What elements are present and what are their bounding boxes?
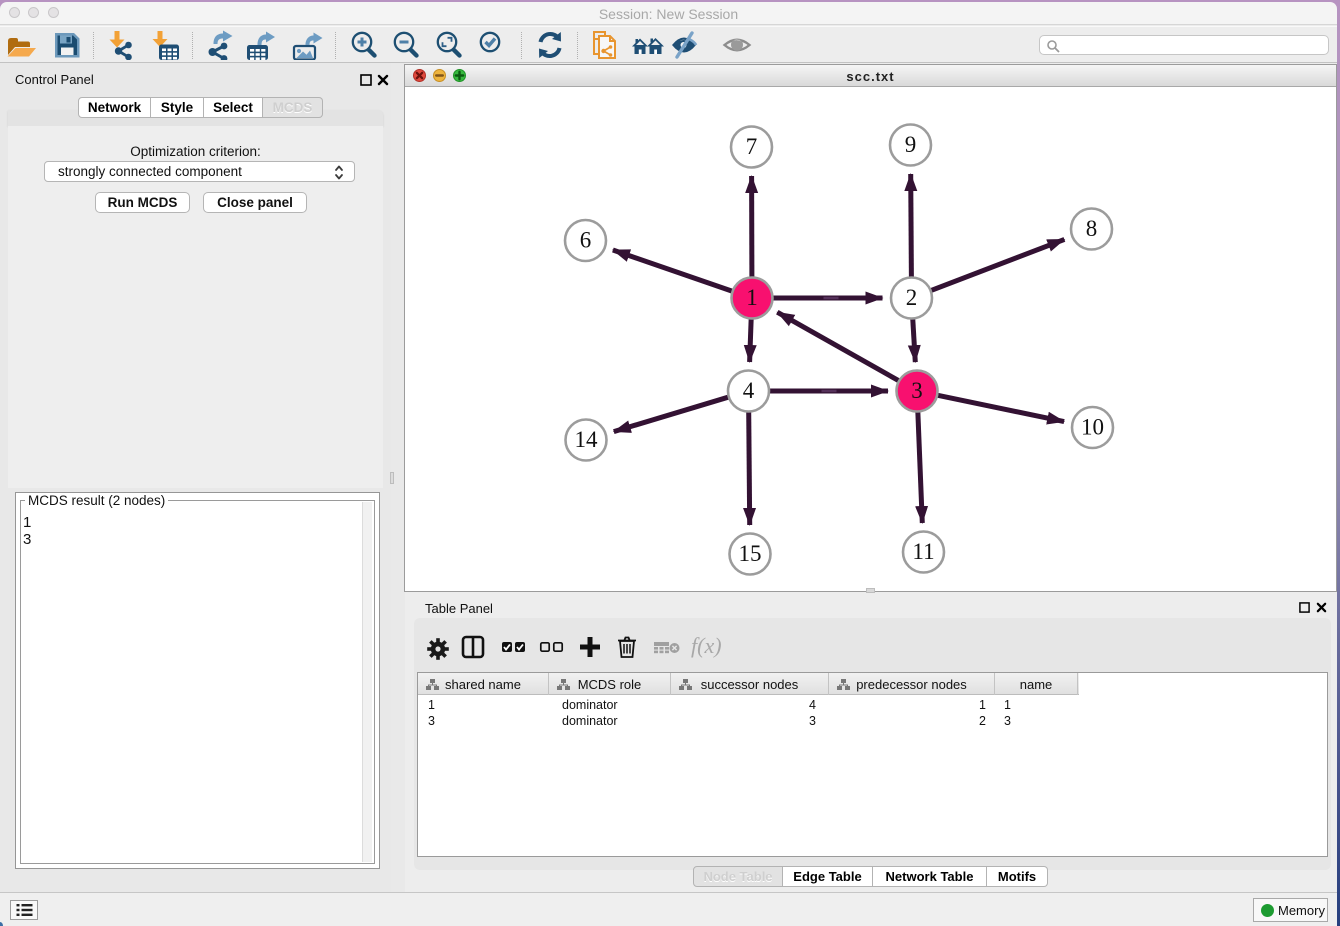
svg-text:9: 9 <box>905 132 917 157</box>
svg-text:4: 4 <box>743 378 755 403</box>
svg-text:2: 2 <box>906 285 918 310</box>
svg-text:3: 3 <box>911 378 923 403</box>
svg-text:10: 10 <box>1081 415 1104 440</box>
svg-text:8: 8 <box>1086 216 1098 241</box>
svg-text:6: 6 <box>580 228 592 253</box>
svg-text:1: 1 <box>746 285 758 310</box>
svg-text:14: 14 <box>575 427 599 452</box>
svg-text:7: 7 <box>746 134 758 159</box>
svg-text:11: 11 <box>912 539 934 564</box>
svg-text:15: 15 <box>739 541 762 566</box>
